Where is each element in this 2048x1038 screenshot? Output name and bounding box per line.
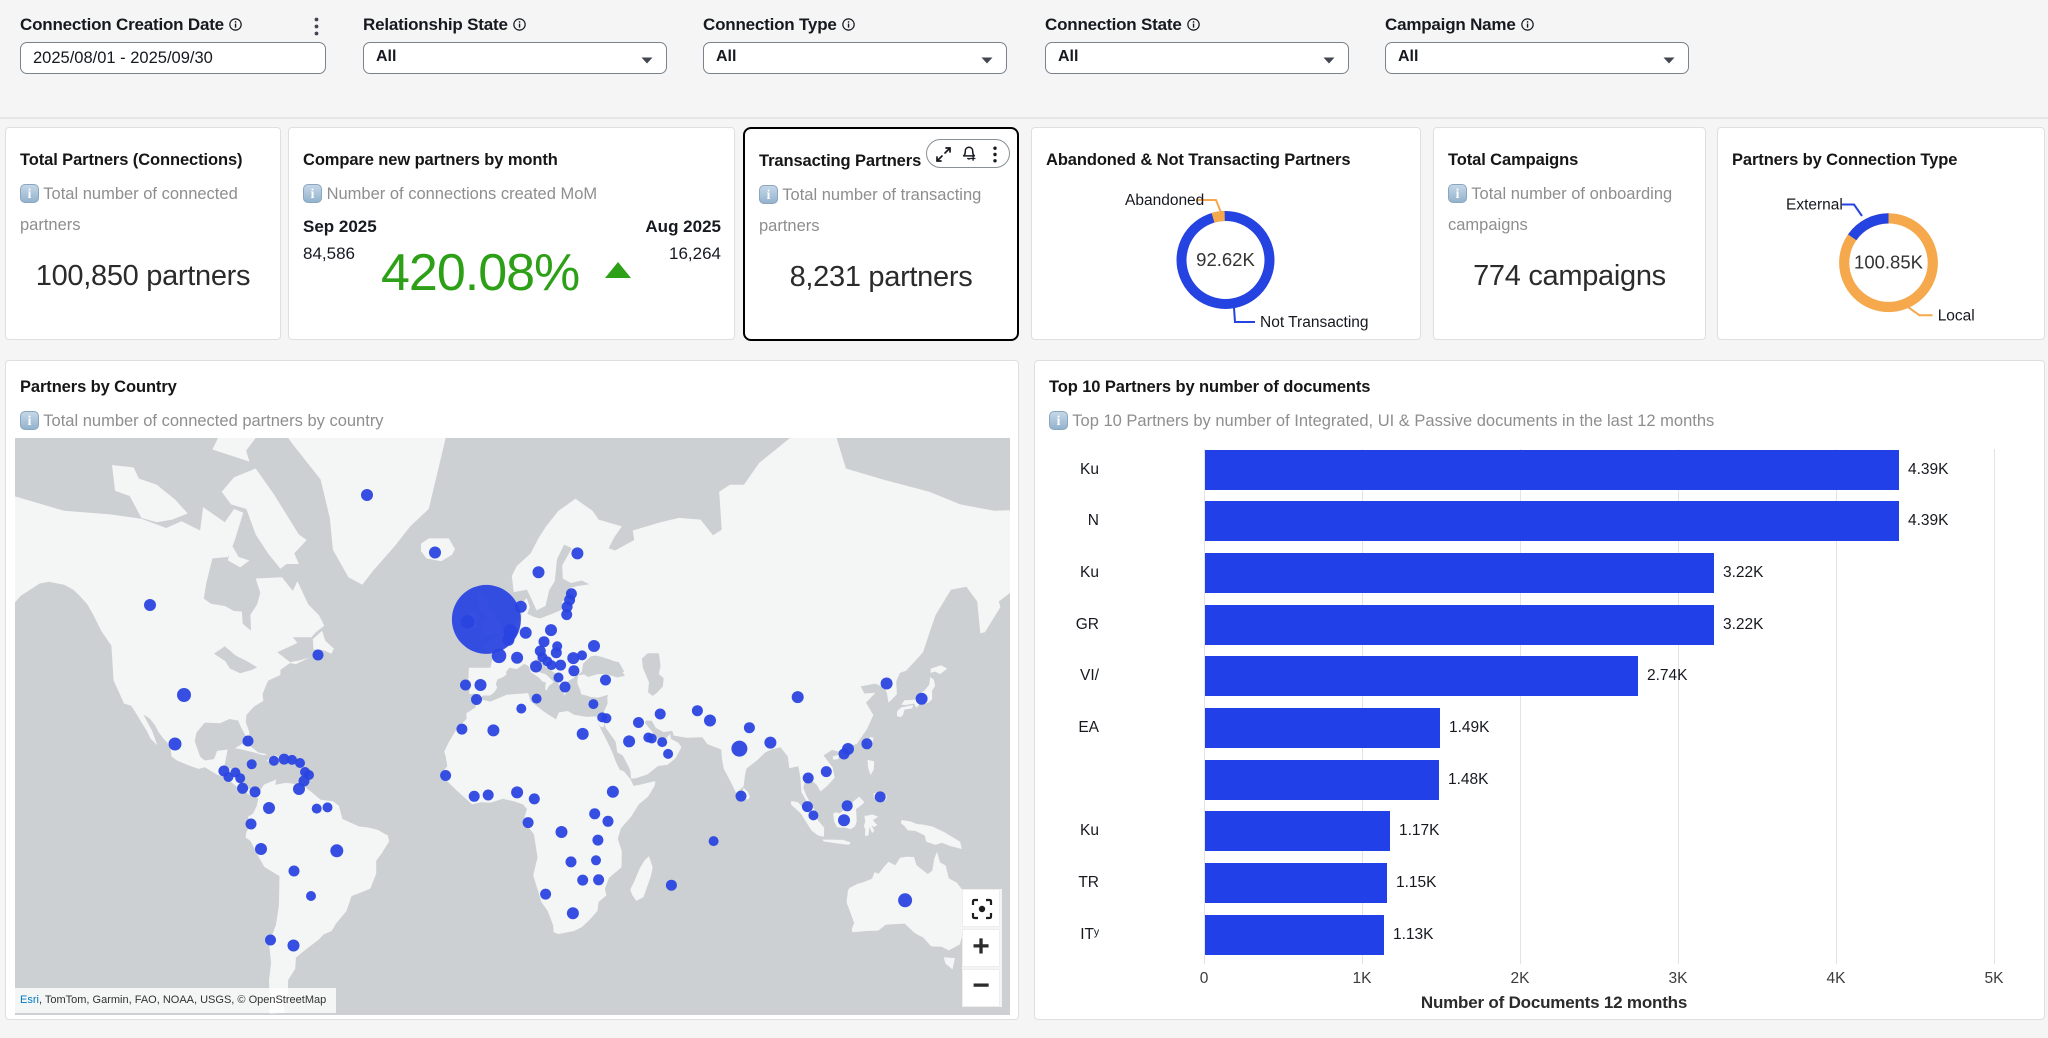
svg-text:External: External — [1786, 197, 1843, 214]
svg-text:Local: Local — [1938, 307, 1975, 324]
svg-text:100.85K: 100.85K — [1854, 252, 1924, 273]
svg-text:i: i — [1057, 413, 1061, 428]
svg-text:i: i — [311, 186, 315, 201]
svg-text:i: i — [767, 187, 771, 202]
svg-text:i: i — [28, 413, 32, 428]
svg-text:Abandoned: Abandoned — [1125, 192, 1204, 209]
svg-text:92.62K: 92.62K — [1196, 249, 1255, 270]
svg-text:Not Transacting: Not Transacting — [1260, 314, 1369, 331]
svg-text:i: i — [28, 186, 32, 201]
svg-text:i: i — [1456, 186, 1460, 201]
